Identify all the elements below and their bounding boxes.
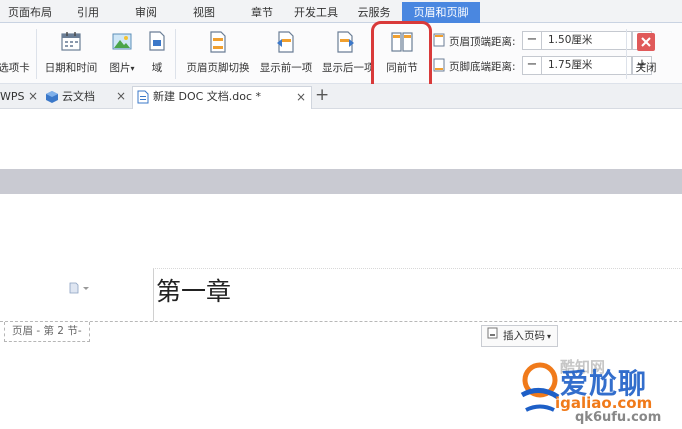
- footer-distance-minus-button[interactable]: −: [523, 57, 542, 74]
- footer-bottom-distance-row: 页脚底端距离: − 1.75厘米 +: [432, 56, 652, 76]
- switch-header-footer-label: 页眉页脚切换: [186, 62, 250, 74]
- new-tab-button[interactable]: +: [315, 85, 329, 105]
- ribbon-toolbar: 选项卡 日期和时间 图片▾ 域 页眉页脚切换 显示前一项 显示后一项 同前节 页…: [0, 23, 682, 84]
- page-number-icon: [487, 326, 499, 346]
- watermark-logo-icon: [520, 355, 560, 418]
- close-icon[interactable]: ×: [28, 87, 38, 106]
- header-top-distance-input[interactable]: 1.50厘米: [542, 32, 632, 49]
- ribbon-separator: [36, 29, 37, 79]
- document-canvas-top: [0, 109, 682, 169]
- show-next-label: 显示后一项: [322, 62, 375, 74]
- doc-tab-label: 云文档: [62, 90, 95, 103]
- chevron-down-icon: ▾: [547, 332, 552, 341]
- close-header-footer-button[interactable]: 关闭: [630, 27, 662, 82]
- tab-review[interactable]: 审阅: [124, 3, 168, 22]
- ribbon-separator: [175, 29, 176, 79]
- close-icon: [637, 33, 655, 54]
- insert-page-number-label: 插入页码: [503, 330, 545, 342]
- doc-tab-new-doc[interactable]: 新建 DOC 文档.doc * ×: [132, 86, 312, 109]
- doc-tab-cloud-docs[interactable]: 云文档 ×: [44, 87, 130, 106]
- document-tab-bar: WPS × 云文档 × 新建 DOC 文档.doc * × +: [0, 84, 682, 109]
- document-icon: [137, 90, 149, 111]
- calendar-icon: [60, 30, 82, 55]
- header-section-tag: 页眉 - 第 2 节-: [4, 322, 90, 342]
- menu-bar: 页面布局 引用 审阅 视图 章节 开发工具 云服务 页眉和页脚: [0, 0, 682, 23]
- tab-page-layout[interactable]: 页面布局: [0, 3, 60, 22]
- show-previous-icon: [275, 30, 297, 57]
- header-boundary-line: [0, 321, 682, 322]
- ribbon-separator: [626, 29, 627, 79]
- tab-chapter[interactable]: 章节: [240, 3, 284, 22]
- picture-label: 图片▾: [109, 62, 135, 74]
- switch-header-footer-icon: [207, 30, 229, 57]
- header-top-distance-row: 页眉顶端距离: − 1.50厘米 +: [432, 31, 652, 51]
- footer-bottom-distance-label: 页脚底端距离:: [449, 61, 516, 73]
- chapter-heading[interactable]: 第一章: [156, 272, 231, 308]
- doc-tab-label: WPS: [0, 90, 25, 103]
- field-button[interactable]: 域: [144, 27, 170, 82]
- footer-bottom-distance-input[interactable]: 1.75厘米: [542, 57, 632, 74]
- tab-references[interactable]: 引用: [66, 3, 110, 22]
- tab-options-label: 选项卡: [0, 62, 30, 74]
- tab-cloud-service[interactable]: 云服务: [352, 3, 396, 22]
- show-previous-button[interactable]: 显示前一项: [255, 27, 317, 82]
- page-gap: [0, 169, 682, 194]
- chevron-down-icon: ▾: [130, 64, 135, 73]
- show-previous-label: 显示前一项: [259, 62, 313, 74]
- tab-developer-tools[interactable]: 开发工具: [288, 3, 344, 22]
- header-region-border: [153, 268, 682, 269]
- picture-icon: [111, 30, 133, 55]
- paragraph-layout-icon[interactable]: [69, 282, 91, 297]
- close-label: 关闭: [635, 62, 657, 74]
- header-top-distance-label: 页眉顶端距离:: [449, 36, 516, 48]
- field-label: 域: [151, 62, 163, 74]
- field-icon: [147, 30, 167, 55]
- header-distance-minus-button[interactable]: −: [523, 32, 542, 49]
- doc-tab-wps[interactable]: WPS ×: [0, 87, 40, 106]
- show-next-button[interactable]: 显示后一项: [318, 27, 375, 82]
- insert-page-number-button[interactable]: 插入页码 ▾: [481, 325, 559, 347]
- watermark-url-secondary: qk6ufu.com: [575, 410, 662, 425]
- switch-header-footer-button[interactable]: 页眉页脚切换: [182, 27, 254, 82]
- date-time-label: 日期和时间: [44, 62, 98, 74]
- date-time-button[interactable]: 日期和时间: [42, 27, 100, 82]
- picture-button[interactable]: 图片▾: [104, 27, 140, 82]
- tab-view[interactable]: 视图: [182, 3, 226, 22]
- header-distance-icon: [432, 33, 446, 50]
- close-icon[interactable]: ×: [116, 87, 126, 106]
- doc-tab-label: 新建 DOC 文档.doc *: [153, 90, 262, 103]
- tab-options-button[interactable]: 选项卡: [0, 27, 34, 82]
- cloud-docs-icon: [46, 90, 58, 109]
- margin-guide: [153, 269, 154, 321]
- show-next-icon: [334, 30, 356, 57]
- footer-distance-icon: [432, 58, 446, 75]
- tab-header-footer[interactable]: 页眉和页脚: [402, 2, 480, 23]
- close-icon[interactable]: ×: [296, 87, 306, 107]
